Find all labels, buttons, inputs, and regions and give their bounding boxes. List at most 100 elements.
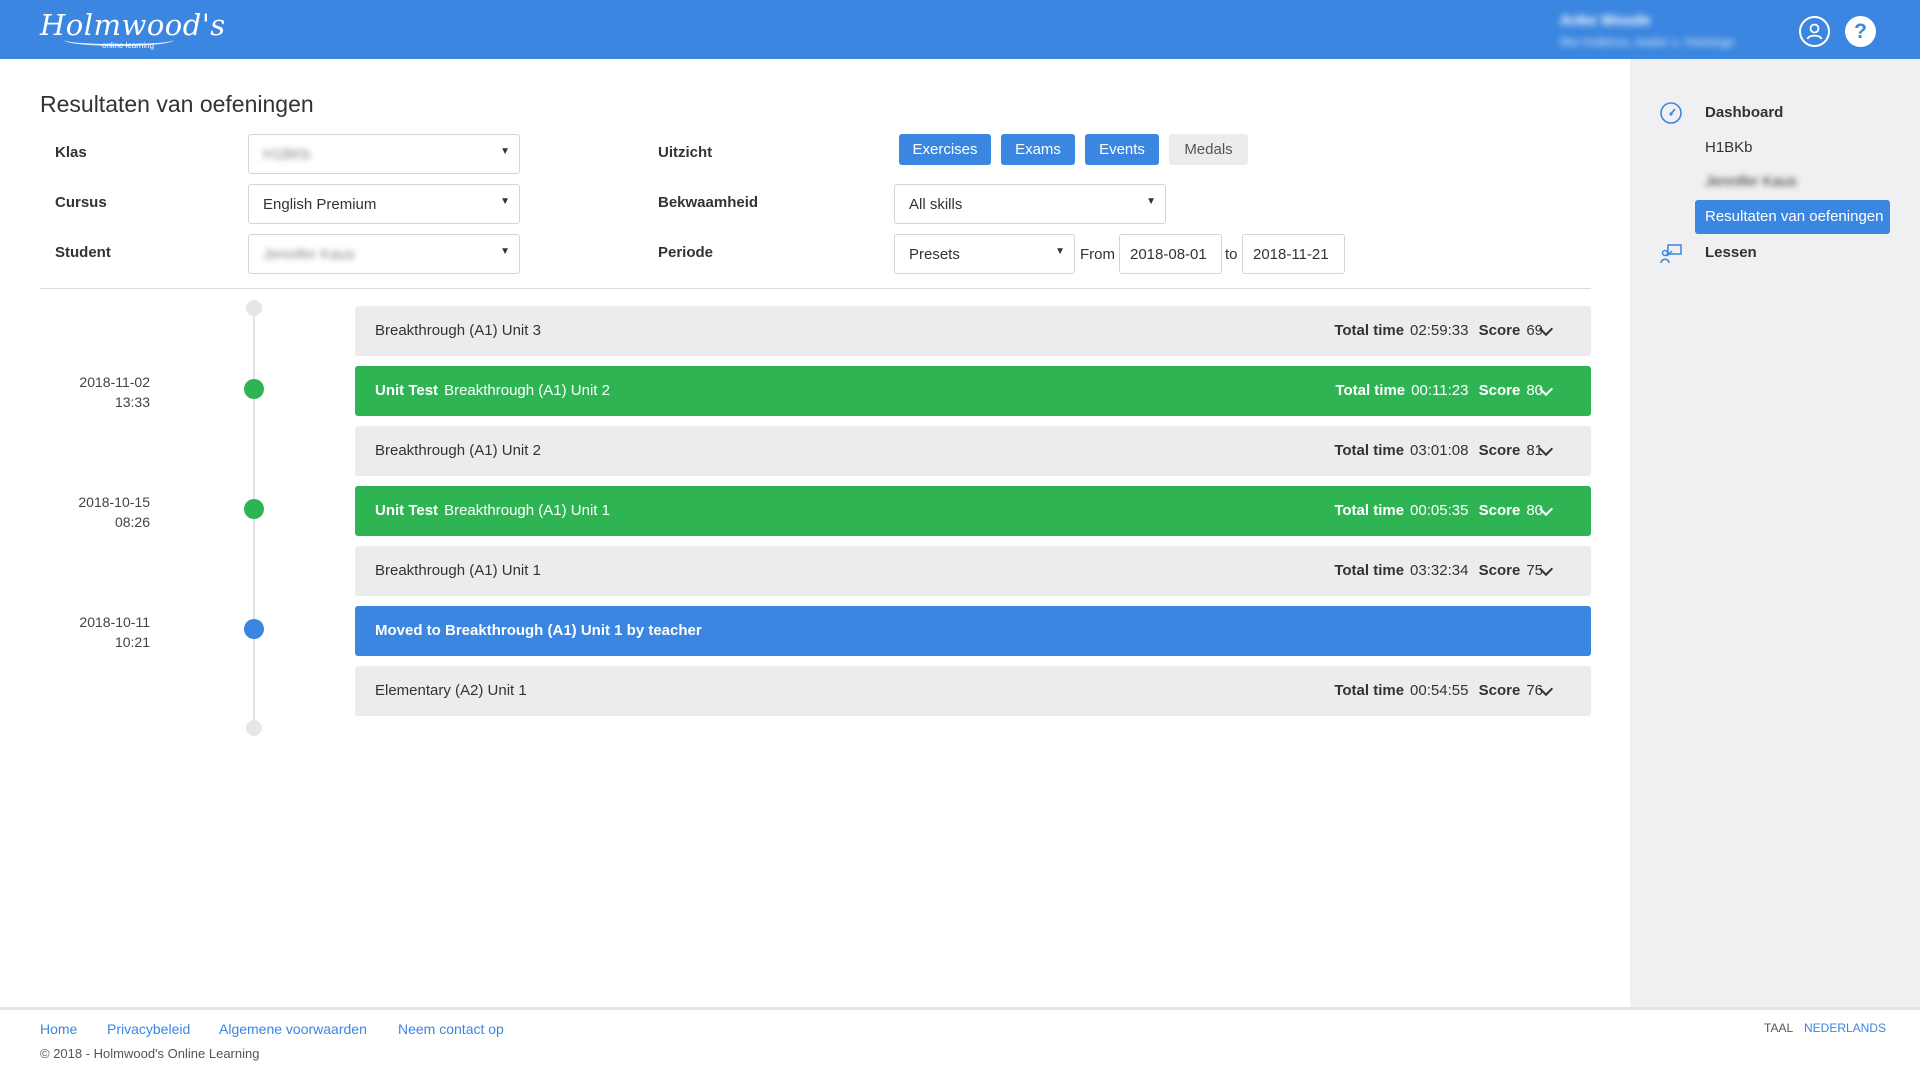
total-time-value: 02:59:33	[1410, 322, 1469, 339]
klas-select[interactable]: H1BKb ▼	[248, 134, 520, 174]
total-time-label: Total time	[1334, 442, 1405, 459]
row-title: Breakthrough (A1) Unit 1	[375, 562, 541, 579]
total-time-label: Total time	[1334, 322, 1405, 339]
timeline-date: 2018-10-11 10:21	[60, 612, 150, 652]
result-row[interactable]: Unit Test Breakthrough (A1) Unit 1 Total …	[355, 486, 1591, 536]
holmwoods-logo[interactable]: Holmwood's online learning	[40, 10, 226, 50]
score-label: Score	[1478, 562, 1521, 579]
total-time-value: 00:05:35	[1410, 502, 1469, 519]
presets-select[interactable]: Presets ▼	[894, 234, 1075, 274]
bekwaamheid-select-value: All skills	[909, 196, 963, 213]
page-title: Resultaten van oefeningen	[40, 91, 314, 117]
uitzicht-label: Uitzicht	[658, 144, 713, 161]
sidebar-item-results[interactable]: Resultaten van oefeningen	[1695, 200, 1890, 234]
score-label: Score	[1478, 502, 1521, 519]
sidebar: Dashboard H1BKb Jennifer Kaus Resultaten…	[1630, 59, 1920, 1010]
footer-link-contact[interactable]: Neem contact op	[398, 1021, 504, 1037]
from-date-input[interactable]: 2018-08-01	[1119, 234, 1222, 274]
row-title: Breakthrough (A1) Unit 3	[375, 322, 541, 339]
total-time-label: Total time	[1334, 562, 1405, 579]
event-row: Moved to Breakthrough (A1) Unit 1 by tea…	[355, 606, 1591, 656]
exercises-toggle-button[interactable]: Exercises	[899, 134, 991, 165]
score-label: Score	[1478, 442, 1521, 459]
result-row[interactable]: Breakthrough (A1) Unit 2 Total time 03:01…	[355, 426, 1591, 476]
top-bar: Holmwood's online learning Anke Woude Mw…	[0, 0, 1920, 59]
total-time-label: Total time	[1334, 502, 1405, 519]
language-selector[interactable]: NEDERLANDS	[1804, 1021, 1886, 1035]
user-name: Anke Woude	[1560, 12, 1651, 29]
row-title-text: Breakthrough (A1) Unit 2	[375, 442, 541, 459]
result-row[interactable]: Elementary (A2) Unit 1 Total time 00:54:5…	[355, 666, 1591, 716]
events-toggle-button[interactable]: Events	[1085, 134, 1159, 165]
sidebar-item-dashboard[interactable]: Dashboard	[1705, 104, 1783, 121]
row-stats: Total time 03:32:34 Score 75	[1334, 562, 1549, 579]
klas-label: Klas	[55, 144, 87, 161]
logo-subtitle: online learning	[102, 41, 155, 50]
total-time-label: Total time	[1335, 382, 1406, 399]
result-row[interactable]: Breakthrough (A1) Unit 3 Total time 02:59…	[355, 306, 1591, 356]
timeline-date-day: 2018-10-15	[78, 494, 150, 510]
timeline-date-time: 13:33	[114, 394, 150, 410]
timeline-date: 2018-11-02 13:33	[60, 372, 150, 412]
result-row[interactable]: Unit Test Breakthrough (A1) Unit 2 Total …	[355, 366, 1591, 416]
timeline-date-day: 2018-10-11	[79, 614, 150, 630]
row-stats: Total time 02:59:33 Score 69	[1334, 322, 1549, 339]
footer-link-terms[interactable]: Algemene voorwaarden	[219, 1021, 367, 1037]
row-title: Unit Test Breakthrough (A1) Unit 2	[375, 382, 610, 399]
user-silhouette-icon	[1806, 23, 1823, 40]
presets-select-value: Presets	[909, 246, 960, 263]
event-title-text: Moved to Breakthrough (A1) Unit 1 by tea…	[375, 622, 702, 639]
user-role: Mw Holbloos, leader s. Histologe	[1560, 35, 1735, 49]
exams-toggle-button[interactable]: Exams	[1001, 134, 1075, 165]
sidebar-item-student[interactable]: Jennifer Kaus	[1705, 173, 1797, 190]
timeline-date-time: 08:26	[114, 514, 150, 530]
row-title-text: Breakthrough (A1) Unit 3	[375, 322, 541, 339]
to-date-input[interactable]: 2018-11-21	[1242, 234, 1345, 274]
score-label: Score	[1478, 322, 1521, 339]
medals-toggle-button[interactable]: Medals	[1169, 134, 1248, 165]
row-title: Breakthrough (A1) Unit 2	[375, 442, 541, 459]
row-stats: Total time 00:54:55 Score 76	[1334, 682, 1549, 699]
row-title-text: Breakthrough (A1) Unit 2	[444, 382, 610, 399]
timeline-date: 2018-10-15 08:26	[60, 492, 150, 532]
timeline-date-time: 10:21	[114, 634, 150, 650]
total-time-value: 03:01:08	[1410, 442, 1469, 459]
result-row[interactable]: Breakthrough (A1) Unit 1 Total time 03:32…	[355, 546, 1591, 596]
student-select-value: Jennifer Kaus	[263, 246, 355, 263]
from-label: From	[1080, 246, 1115, 263]
timeline-end-dot	[246, 720, 262, 736]
total-time-value: 03:32:34	[1410, 562, 1469, 579]
row-title: Unit Test Breakthrough (A1) Unit 1	[375, 502, 610, 519]
footer-divider	[0, 1007, 1920, 1010]
filter-divider	[40, 288, 1591, 289]
klas-select-value: H1BKb	[263, 146, 311, 163]
bekwaamheid-select[interactable]: All skills ▼	[894, 184, 1166, 224]
dashboard-gauge-icon	[1660, 102, 1682, 124]
language-label: TAAL	[1764, 1021, 1794, 1035]
help-icon[interactable]: ?	[1845, 16, 1876, 47]
total-time-label: Total time	[1334, 682, 1405, 699]
footer-link-privacy[interactable]: Privacybeleid	[107, 1021, 190, 1037]
dropdown-caret-icon: ▼	[500, 146, 510, 157]
row-title-text: Breakthrough (A1) Unit 1	[375, 562, 541, 579]
sidebar-item-class[interactable]: H1BKb	[1705, 139, 1753, 156]
cursus-select[interactable]: English Premium ▼	[248, 184, 520, 224]
row-title-text: Breakthrough (A1) Unit 1	[444, 502, 610, 519]
timeline-event-dot	[244, 619, 264, 639]
student-select[interactable]: Jennifer Kaus ▼	[248, 234, 520, 274]
user-account-icon[interactable]	[1799, 16, 1830, 47]
cursus-select-value: English Premium	[263, 196, 377, 213]
bekwaamheid-label: Bekwaamheid	[658, 194, 759, 211]
row-stats: Total time 00:05:35 Score 80	[1334, 502, 1549, 519]
dropdown-caret-icon: ▼	[500, 196, 510, 207]
footer-copyright: © 2018 - Holmwood's Online Learning	[40, 1046, 260, 1061]
score-label: Score	[1478, 382, 1521, 399]
sidebar-item-lessen[interactable]: Lessen	[1705, 244, 1757, 261]
dropdown-caret-icon: ▼	[1146, 196, 1156, 207]
cursus-label: Cursus	[55, 194, 107, 211]
teacher-board-icon	[1660, 244, 1682, 264]
row-title-text: Elementary (A2) Unit 1	[375, 682, 527, 699]
dropdown-caret-icon: ▼	[500, 246, 510, 257]
total-time-value: 00:54:55	[1410, 682, 1469, 699]
footer-link-home[interactable]: Home	[40, 1021, 77, 1037]
